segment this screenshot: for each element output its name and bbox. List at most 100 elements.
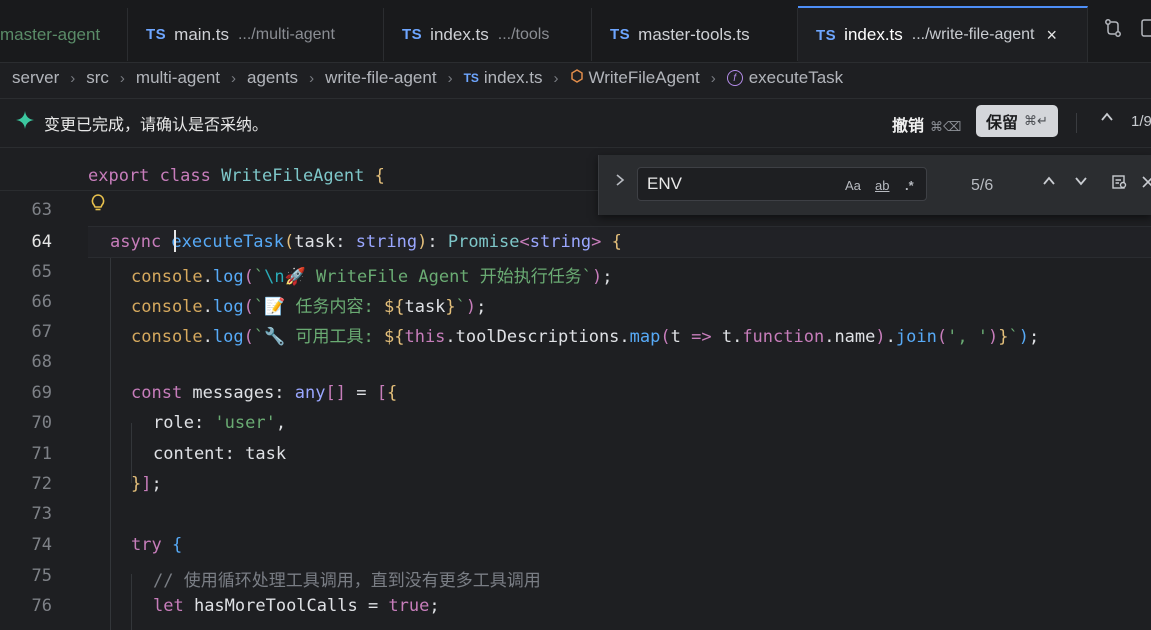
breadcrumb-class-label: WriteFileAgent — [588, 68, 700, 87]
sparkle-icon — [16, 111, 34, 135]
line-number: 74 — [31, 535, 52, 555]
code-line: 67 console.log(`🔧 可用工具: ${this.toolDescr… — [0, 316, 1151, 347]
breadcrumb-item-write-file-agent[interactable]: write-file-agent — [325, 68, 437, 88]
code-line: 69 const messages: any[] = [{ — [0, 377, 1151, 407]
breadcrumb-item-server[interactable]: server — [12, 68, 59, 88]
tab-label: master-agent — [0, 24, 101, 44]
chevron-right-icon: › — [553, 69, 559, 87]
close-icon[interactable]: × — [1046, 25, 1057, 46]
tab-master-agent[interactable]: master-agent — [0, 8, 128, 61]
tab-bar-actions — [1103, 18, 1151, 43]
line-number: 64 — [31, 232, 52, 252]
typescript-icon: TS — [146, 26, 167, 43]
undo-button[interactable]: 撤销 ⌘⌫ — [892, 112, 961, 136]
code-line: 68 — [0, 346, 1151, 376]
line-number: 71 — [31, 444, 52, 464]
code-text: role: 'user', — [153, 413, 287, 433]
code-text: console.log(`\n🚀 WriteFile Agent 开始执行任务`… — [131, 267, 613, 287]
close-icon[interactable] — [1141, 174, 1151, 193]
line-number: 72 — [31, 474, 52, 494]
code-line: 74 try { — [0, 529, 1151, 559]
tab-master-tools-ts[interactable]: TS master-tools.ts — [592, 8, 798, 61]
breadcrumb: server › src › multi-agent › agents › wr… — [0, 62, 1151, 94]
change-counter: 1/9 — [1131, 113, 1151, 130]
tab-tools-index-ts[interactable]: TS index.ts .../tools — [384, 8, 592, 61]
code-text: async executeTask(task: string): Promise… — [110, 232, 622, 252]
breadcrumb-item-multi-agent[interactable]: multi-agent — [136, 68, 220, 88]
line-number: 70 — [31, 413, 52, 433]
tab-label: main.ts — [174, 24, 229, 44]
code-text: content: task — [153, 444, 287, 464]
code-text: try { — [131, 535, 183, 555]
code-line: 64 async executeTask(task: string): Prom… — [0, 226, 1151, 256]
tab-write-file-agent-index-ts[interactable]: TS index.ts .../write-file-agent × — [798, 6, 1088, 62]
breadcrumb-item-src[interactable]: src — [86, 68, 109, 88]
line-number: 69 — [31, 383, 52, 403]
regex-toggle[interactable]: .* — [905, 178, 914, 193]
typescript-icon: TS — [610, 26, 631, 43]
text-cursor — [174, 230, 176, 252]
match-case-toggle[interactable]: Aa — [845, 178, 861, 193]
code-line: 76 let hasMoreToolCalls = true; — [0, 590, 1151, 620]
keep-label: 保留 — [986, 115, 1019, 132]
chevron-up-icon[interactable] — [1042, 174, 1056, 193]
typescript-icon: TS — [463, 71, 479, 85]
sticky-code: export class WriteFileAgent { — [88, 166, 385, 186]
keep-button[interactable]: 保留 ⌘↵ — [976, 105, 1058, 137]
chevron-right-icon: › — [231, 69, 237, 87]
editor-tab-bar: master-agent TS main.ts .../multi-agent … — [0, 0, 1151, 63]
breadcrumb-item-class[interactable]: WriteFileAgent — [570, 68, 700, 88]
divider — [1076, 113, 1077, 133]
breadcrumb-item-file[interactable]: TS index.ts — [464, 68, 543, 88]
split-editor-icon[interactable] — [1141, 18, 1151, 43]
tab-main-ts[interactable]: TS main.ts .../multi-agent — [128, 8, 384, 61]
method-icon: f — [726, 70, 743, 86]
chevron-up-icon[interactable] — [1100, 110, 1114, 129]
chevron-right-icon: › — [119, 69, 125, 87]
code-line: 70 role: 'user', — [0, 407, 1151, 437]
class-icon — [570, 69, 584, 87]
undo-label: 撤销 — [892, 118, 925, 135]
compare-changes-icon[interactable] — [1103, 18, 1123, 43]
line-number: 76 — [31, 596, 52, 616]
tab-path: .../write-file-agent — [911, 26, 1035, 43]
chevron-down-icon[interactable] — [1074, 174, 1088, 193]
code-text: console.log(`📝 任务内容: ${task}`); — [131, 297, 487, 317]
line-number: 65 — [31, 262, 52, 282]
code-line: 73 — [0, 498, 1151, 528]
breadcrumb-file-label: index.ts — [483, 68, 543, 87]
find-widget: ENV Aa ab .* 5/6 — [598, 155, 1151, 215]
typescript-icon: TS — [402, 26, 423, 43]
code-line: 66 console.log(`📝 任务内容: ${task}`); — [0, 286, 1151, 317]
typescript-icon: TS — [816, 26, 837, 44]
breadcrumb-item-agents[interactable]: agents — [247, 68, 298, 88]
code-line: 75 // 使用循环处理工具调用，直到没有更多工具调用 — [0, 560, 1151, 591]
chevron-right-icon: › — [710, 69, 716, 87]
code-text: }]; — [131, 474, 162, 494]
keep-shortcut: ⌘↵ — [1024, 113, 1048, 128]
whole-word-toggle[interactable]: ab — [875, 178, 889, 193]
undo-shortcut: ⌘⌫ — [930, 119, 962, 134]
tab-path: .../tools — [497, 25, 550, 43]
line-number: 66 — [31, 292, 52, 312]
code-editor[interactable]: export class WriteFileAgent { 63 64 asyn… — [0, 150, 1151, 630]
chevron-right-icon: › — [309, 69, 315, 87]
toggle-replace-icon[interactable] — [615, 173, 625, 192]
tab-label: index.ts — [430, 24, 489, 44]
change-review-bar: 变更已完成，请确认是否采纳。 撤销 ⌘⌫ 保留 ⌘↵ 1/9 — [0, 98, 1151, 148]
code-line: 72 }]; — [0, 468, 1151, 498]
change-review-message: 变更已完成，请确认是否采纳。 — [44, 117, 269, 134]
line-number: 68 — [31, 352, 52, 372]
code-text: console.log(`🔧 可用工具: ${this.toolDescript… — [131, 327, 1040, 347]
line-number: 63 — [31, 200, 52, 220]
code-text: let hasMoreToolCalls = true; — [153, 596, 440, 616]
find-match-count: 5/6 — [971, 177, 994, 194]
tab-path: .../multi-agent — [237, 25, 335, 43]
find-in-selection-icon[interactable] — [1112, 174, 1128, 195]
tab-label: index.ts — [844, 25, 903, 44]
code-text: // 使用循环处理工具调用，直到没有更多工具调用 — [153, 571, 541, 591]
breadcrumb-item-method[interactable]: f executeTask — [726, 68, 843, 88]
code-line: 71 content: task — [0, 438, 1151, 468]
line-number: 75 — [31, 566, 52, 586]
chevron-right-icon: › — [447, 69, 453, 87]
